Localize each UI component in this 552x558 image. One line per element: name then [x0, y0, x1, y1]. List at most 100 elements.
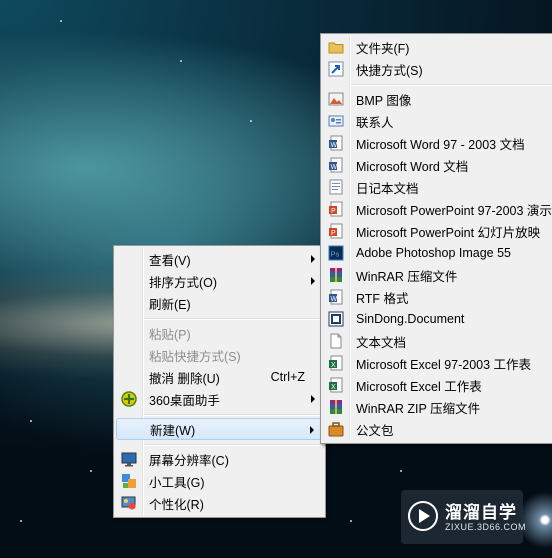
menu-item-paste: 粘贴(P) [116, 322, 323, 344]
shortcut-icon [328, 61, 344, 77]
submenu-arrow-icon [311, 277, 315, 285]
submenu-item-word-97-2003[interactable]: W Microsoft Word 97 - 2003 文档 [323, 132, 552, 154]
submenu-item-sindong[interactable]: SinDong.Document [323, 308, 552, 330]
submenu-item-label: Microsoft Word 文档 [356, 159, 469, 174]
svg-text:X: X [331, 384, 336, 391]
ppt-icon: P [328, 201, 344, 217]
submenu-item-text-document[interactable]: 文本文档 [323, 330, 552, 352]
submenu-item-label: WinRAR 压缩文件 [356, 269, 458, 284]
play-logo-icon [407, 500, 439, 532]
submenu-item-ppt-show[interactable]: P Microsoft PowerPoint 幻灯片放映 [323, 220, 552, 242]
360-assistant-icon [121, 391, 137, 407]
submenu-arrow-icon [310, 426, 314, 434]
contact-icon [328, 113, 344, 129]
submenu-arrow-icon [311, 255, 315, 263]
menu-item-view[interactable]: 查看(V) [116, 248, 323, 270]
submenu-item-label: 文本文档 [356, 335, 407, 350]
submenu-item-label: 日记本文档 [356, 181, 419, 196]
photoshop-icon: Ps [328, 245, 344, 261]
winrar-icon [328, 267, 344, 283]
submenu-item-ppt-97-2003[interactable]: P Microsoft PowerPoint 97-2003 演示文稿 [323, 198, 552, 220]
submenu-item-bmp[interactable]: BMP 图像 [323, 88, 552, 110]
menu-item-label: 个性化(R) [149, 497, 204, 512]
submenu-item-winrar-zip[interactable]: WinRAR ZIP 压缩文件 [323, 396, 552, 418]
menu-item-label: 查看(V) [149, 253, 191, 268]
menu-item-label: 排序方式(O) [149, 275, 218, 290]
word-docx-icon: W [328, 157, 344, 173]
menu-item-shortcut: Ctrl+Z [270, 370, 305, 384]
bmp-image-icon [328, 91, 344, 107]
watermark-name: 溜溜自学 [445, 503, 517, 522]
submenu-item-label: RTF 格式 [356, 291, 409, 306]
text-doc-icon [328, 333, 344, 349]
svg-text:Ps: Ps [331, 250, 340, 259]
winrar-zip-icon [328, 399, 344, 415]
menu-item-new[interactable]: 新建(W) [116, 418, 323, 440]
menu-separator [144, 414, 323, 416]
menu-item-paste-shortcut: 粘贴快捷方式(S) [116, 344, 323, 366]
svg-text:P: P [331, 230, 336, 237]
menu-item-refresh[interactable]: 刷新(E) [116, 292, 323, 314]
submenu-item-label: 文件夹(F) [356, 41, 410, 56]
menu-separator [351, 84, 552, 86]
menu-item-sort-by[interactable]: 排序方式(O) [116, 270, 323, 292]
submenu-item-label: Microsoft PowerPoint 97-2003 演示文稿 [356, 203, 552, 218]
word-doc-icon: W [328, 135, 344, 151]
submenu-arrow-icon [311, 395, 315, 403]
excel-xlsx-icon: X [328, 377, 344, 393]
new-submenu: 文件夹(F) 快捷方式(S) BMP 图像 联系人 W Microsoft Wo… [320, 33, 552, 444]
submenu-item-label: Microsoft Excel 97-2003 工作表 [356, 357, 532, 372]
submenu-item-label: Adobe Photoshop Image 55 [356, 246, 511, 260]
menu-item-label: 粘贴(P) [149, 327, 191, 342]
site-watermark: 溜溜自学 ZIXUE.3D66.COM [401, 490, 527, 544]
submenu-item-label: Microsoft Word 97 - 2003 文档 [356, 137, 525, 152]
watermark-url: ZIXUE.3D66.COM [445, 522, 527, 532]
sindong-icon [328, 311, 344, 327]
submenu-item-journal[interactable]: 日记本文档 [323, 176, 552, 198]
submenu-item-label: SinDong.Document [356, 312, 465, 326]
submenu-item-label: 联系人 [356, 115, 394, 130]
menu-item-label: 新建(W) [150, 423, 196, 438]
submenu-item-label: Microsoft PowerPoint 幻灯片放映 [356, 225, 541, 240]
submenu-item-folder[interactable]: 文件夹(F) [323, 36, 552, 58]
submenu-item-label: 公文包 [356, 423, 394, 438]
menu-item-label: 撤消 删除(U) [149, 371, 220, 386]
svg-text:W: W [331, 296, 338, 303]
menu-item-label: 360桌面助手 [149, 393, 220, 408]
desktop-context-menu: 查看(V) 排序方式(O) 刷新(E) 粘贴(P) 粘贴快捷方式(S) 撤消 删… [113, 245, 326, 518]
menu-item-label: 刷新(E) [149, 297, 191, 312]
svg-text:W: W [331, 164, 338, 171]
menu-item-screen-resolution[interactable]: 屏幕分辨率(C) [116, 448, 323, 470]
submenu-item-photoshop[interactable]: Ps Adobe Photoshop Image 55 [323, 242, 552, 264]
menu-separator [144, 318, 323, 320]
menu-item-label: 屏幕分辨率(C) [149, 453, 229, 468]
ppt-show-icon: P [328, 223, 344, 239]
submenu-item-rtf[interactable]: W RTF 格式 [323, 286, 552, 308]
submenu-item-briefcase[interactable]: 公文包 [323, 418, 552, 440]
svg-text:W: W [331, 142, 338, 149]
menu-item-360-desktop-assistant[interactable]: 360桌面助手 [116, 388, 323, 410]
submenu-item-word[interactable]: W Microsoft Word 文档 [323, 154, 552, 176]
submenu-item-label: Microsoft Excel 工作表 [356, 379, 482, 394]
svg-text:X: X [331, 362, 336, 369]
submenu-item-shortcut[interactable]: 快捷方式(S) [323, 58, 552, 80]
submenu-item-label: BMP 图像 [356, 93, 412, 108]
svg-text:P: P [331, 208, 336, 215]
briefcase-icon [328, 421, 344, 437]
menu-item-undo-delete[interactable]: 撤消 删除(U) Ctrl+Z [116, 366, 323, 388]
personalize-icon [121, 495, 137, 511]
submenu-item-excel-97-2003[interactable]: X Microsoft Excel 97-2003 工作表 [323, 352, 552, 374]
submenu-item-label: WinRAR ZIP 压缩文件 [356, 401, 481, 416]
submenu-item-contact[interactable]: 联系人 [323, 110, 552, 132]
rtf-icon: W [328, 289, 344, 305]
menu-item-personalize[interactable]: 个性化(R) [116, 492, 323, 514]
excel-xls-icon: X [328, 355, 344, 371]
menu-item-label: 小工具(G) [149, 475, 205, 490]
submenu-item-label: 快捷方式(S) [356, 63, 423, 78]
monitor-icon [121, 451, 137, 467]
menu-item-gadgets[interactable]: 小工具(G) [116, 470, 323, 492]
submenu-item-excel[interactable]: X Microsoft Excel 工作表 [323, 374, 552, 396]
menu-separator [144, 444, 323, 446]
folder-icon [328, 39, 344, 55]
submenu-item-winrar[interactable]: WinRAR 压缩文件 [323, 264, 552, 286]
